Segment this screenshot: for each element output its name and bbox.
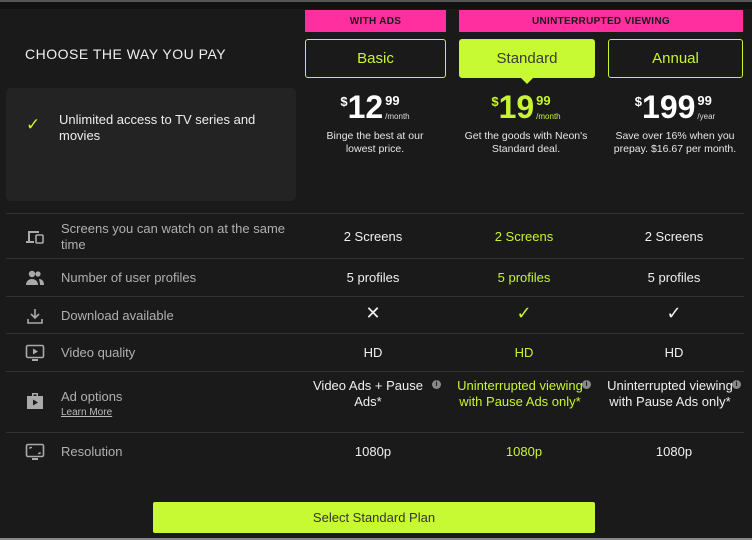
ad-options-icon — [24, 390, 46, 412]
cell-basic-screens: 2 Screens — [343, 229, 403, 244]
cell-basic-quality: HD — [363, 345, 383, 360]
check-icon: ✓ — [516, 303, 532, 323]
page-title: CHOOSE THE WAY YOU PAY — [25, 46, 227, 62]
group-label-with-ads: WITH ADS — [305, 10, 446, 32]
info-icon[interactable]: i — [732, 380, 741, 389]
price-basic: $12 99/month Binge the best at our lowest… — [300, 90, 450, 156]
x-icon: ✕ — [365, 303, 381, 323]
cell-basic-resolution: 1080p — [354, 444, 392, 459]
info-icon[interactable]: i — [582, 380, 591, 389]
row-label: Screens you can watch on at the same tim… — [61, 221, 286, 252]
plan-tab-basic[interactable]: Basic — [305, 39, 446, 78]
cell-annual-screens: 2 Screens — [644, 229, 704, 244]
cell-annual-profiles: 5 profiles — [647, 270, 701, 285]
feature-text: Unlimited access to TV series and movies — [59, 112, 256, 143]
cell-basic-profiles: 5 profiles — [346, 270, 400, 285]
currency: $ — [491, 94, 499, 109]
cell-standard-ad-options: Uninterrupted viewing with Pause Ads onl… — [457, 378, 583, 409]
row-label: Video quality — [61, 345, 136, 360]
check-icon: ✓ — [26, 115, 41, 134]
price-whole: 199 — [642, 89, 696, 125]
cell-standard-quality: HD — [514, 345, 534, 360]
check-icon: ✓ — [666, 303, 682, 323]
cell-standard-screens: 2 Screens — [494, 229, 554, 244]
cell-annual-resolution: 1080p — [655, 444, 693, 459]
learn-more-link[interactable]: Learn More — [61, 405, 291, 421]
price-period: /month — [385, 112, 410, 121]
info-icon[interactable]: i — [432, 380, 441, 389]
cell-standard-resolution: 1080p — [505, 444, 543, 459]
users-icon — [24, 267, 46, 289]
row-label: Number of user profiles — [61, 270, 197, 285]
plan-description: Binge the best at our lowest price. — [326, 130, 424, 155]
price-standard: $19 99/month Get the goods with Neon's St… — [451, 90, 601, 156]
group-label-uninterrupted: UNINTERRUPTED VIEWING — [459, 10, 743, 32]
plan-tab-annual[interactable]: Annual — [608, 39, 743, 78]
cell-annual-ad-options: Uninterrupted viewing with Pause Ads onl… — [607, 378, 733, 409]
plan-description: Save over 16% when you prepay. $16.67 pe… — [613, 130, 737, 155]
price-cents: 99 — [536, 93, 551, 108]
price-whole: 19 — [498, 89, 535, 125]
row-label: Download available — [61, 308, 174, 323]
video-icon — [24, 342, 46, 364]
row-label: Ad options Learn More — [61, 389, 291, 421]
price-period: /year — [697, 112, 716, 121]
price-cents: 99 — [385, 93, 400, 108]
price-whole: 12 — [347, 89, 384, 125]
price-period: /month — [536, 112, 561, 121]
currency: $ — [634, 94, 643, 109]
top-bar — [0, 0, 752, 9]
price-cents: 99 — [697, 93, 712, 108]
select-plan-button[interactable]: Select Standard Plan — [153, 502, 595, 533]
feature-highlight: ✓ Unlimited access to TV series and movi… — [6, 88, 296, 201]
plan-description: Get the goods with Neon's Standard deal. — [464, 130, 588, 155]
ad-options-label: Ad options — [61, 389, 123, 404]
plan-tab-standard[interactable]: Standard — [459, 39, 595, 84]
currency: $ — [340, 94, 348, 109]
download-icon — [24, 305, 46, 327]
cell-annual-quality: HD — [664, 345, 684, 360]
row-label: Resolution — [61, 444, 123, 459]
cell-basic-ad-options: Video Ads + Pause Ads* — [313, 378, 423, 409]
resolution-icon — [24, 441, 46, 463]
cell-standard-profiles: 5 profiles — [497, 270, 551, 285]
price-annual: $199 99/year Save over 16% when you prepa… — [600, 90, 750, 156]
devices-icon — [24, 226, 46, 248]
